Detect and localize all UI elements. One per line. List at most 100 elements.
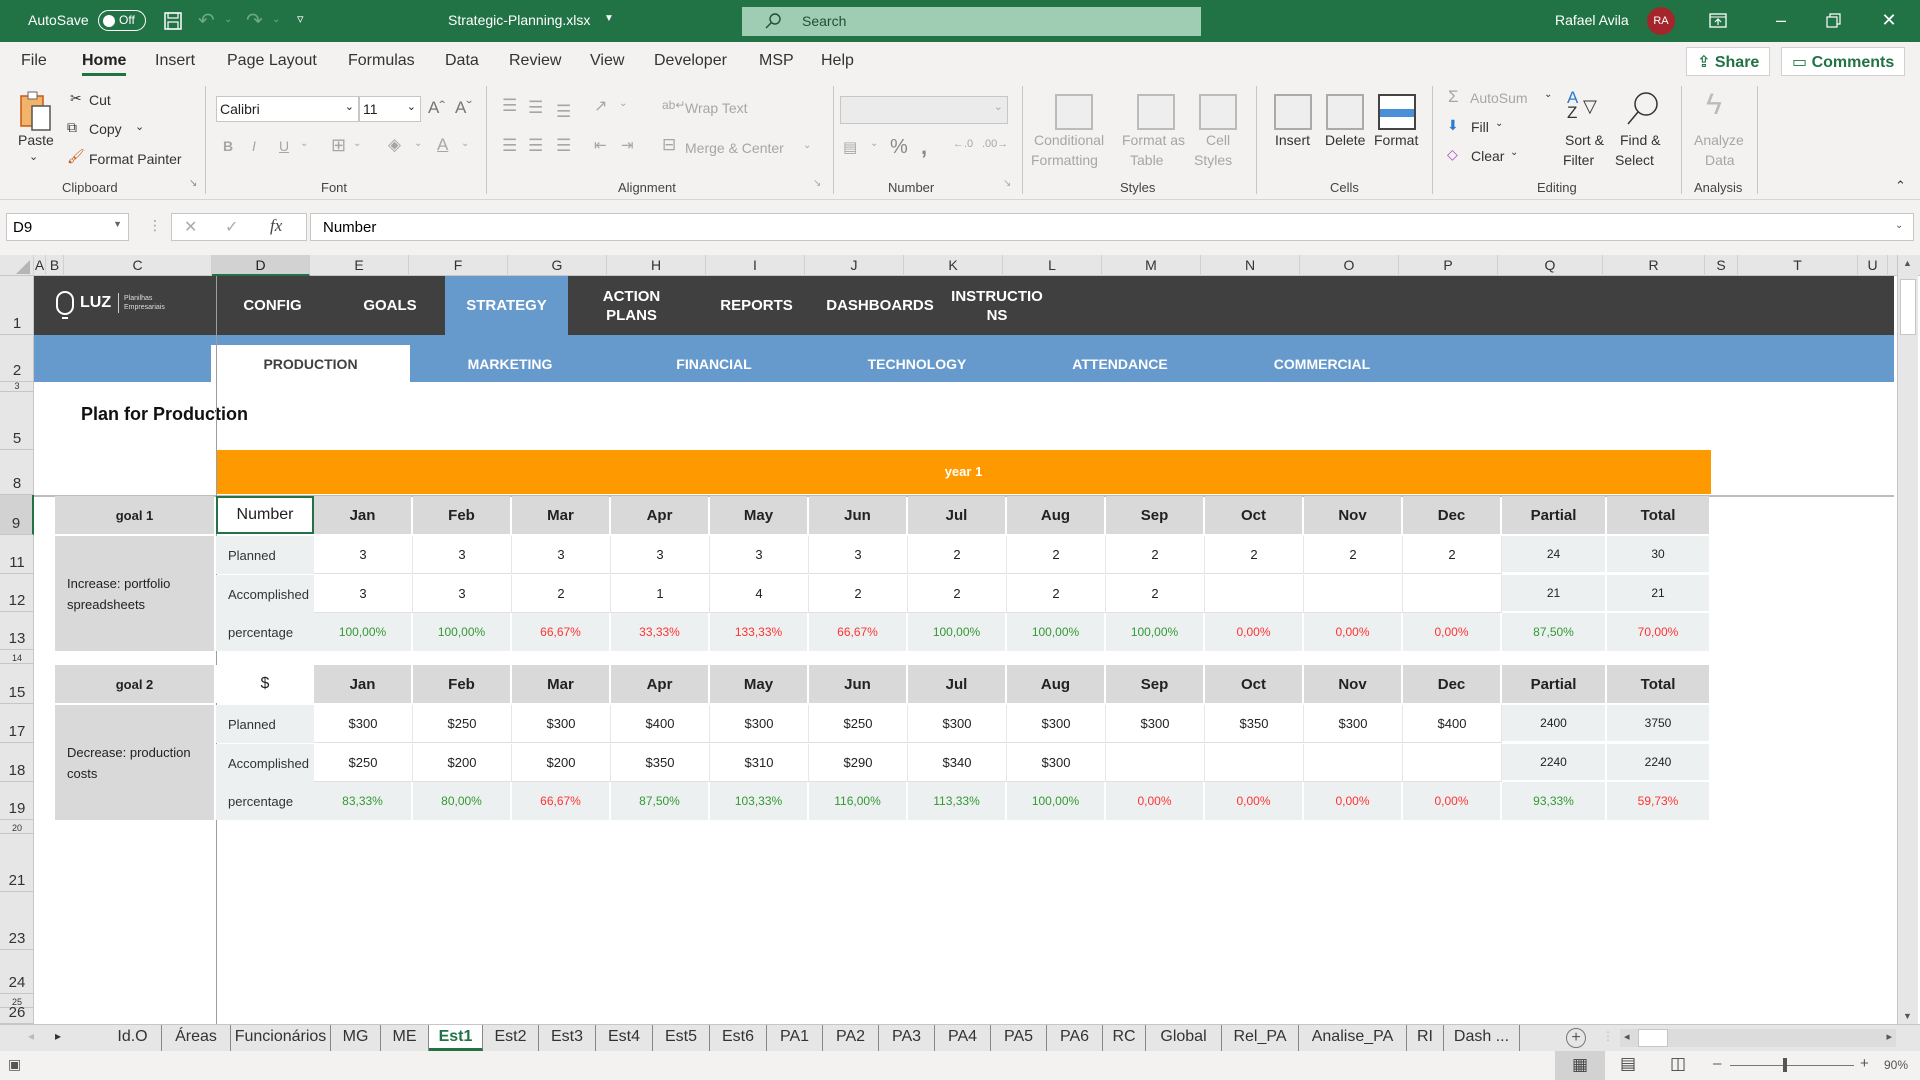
- planned-cell[interactable]: $300: [908, 705, 1007, 743]
- autosave-toggle[interactable]: Off: [98, 10, 146, 31]
- nav-instructions[interactable]: INSTRUCTIONS: [947, 276, 1047, 335]
- horizontal-scroll-thumb[interactable]: [1638, 1029, 1668, 1047]
- percentage-cell[interactable]: 66,67%: [512, 613, 609, 651]
- font-name-select[interactable]: Calibri ⌄: [216, 96, 359, 122]
- planned-cell[interactable]: 2: [1106, 536, 1205, 574]
- planned-cell[interactable]: 3: [314, 536, 413, 574]
- percentage-cell[interactable]: 133,33%: [710, 613, 807, 651]
- sheet-tab[interactable]: PA2: [823, 1025, 879, 1051]
- sheet-tab[interactable]: MG: [331, 1025, 381, 1051]
- planned-cell[interactable]: 2: [1304, 536, 1403, 574]
- accomplished-cell[interactable]: [1304, 575, 1403, 613]
- more-options-icon[interactable]: ⋮: [148, 217, 162, 234]
- borders-dropdown-icon[interactable]: ⌄: [353, 138, 361, 149]
- column-header-i[interactable]: I: [706, 255, 805, 276]
- percentage-total-cell[interactable]: 70,00%: [1607, 613, 1709, 651]
- insert-cells-label[interactable]: Insert: [1275, 132, 1310, 148]
- nav-config[interactable]: CONFIG: [216, 276, 329, 335]
- paste-icon[interactable]: [18, 90, 56, 134]
- cell-styles-label-1[interactable]: Cell: [1206, 132, 1230, 148]
- conditional-formatting-icon[interactable]: [1055, 94, 1093, 130]
- accomplished-cell[interactable]: [1403, 575, 1502, 613]
- planned-cell[interactable]: $300: [512, 705, 611, 743]
- planned-cell[interactable]: 2: [1205, 536, 1304, 574]
- accomplished-cell[interactable]: [1205, 575, 1304, 613]
- format-painter-icon[interactable]: 🖌: [67, 148, 85, 165]
- sheet-tab[interactable]: Id.O: [104, 1025, 162, 1051]
- row-header-9[interactable]: 9: [0, 495, 34, 535]
- sheet-tab[interactable]: Dash ...: [1444, 1025, 1520, 1051]
- tab-view[interactable]: View: [590, 52, 624, 70]
- subnav-commercial[interactable]: COMMERCIAL: [1222, 335, 1422, 382]
- cut-icon[interactable]: ✂: [70, 90, 82, 107]
- increase-indent-icon[interactable]: ⇥: [621, 136, 634, 154]
- add-sheet-icon[interactable]: +: [1566, 1028, 1586, 1048]
- sheet-tab[interactable]: Est1: [429, 1025, 483, 1051]
- page-layout-view-icon[interactable]: ▤: [1620, 1054, 1636, 1074]
- fill-label[interactable]: Fill: [1471, 119, 1489, 135]
- percentage-cell[interactable]: 83,33%: [314, 782, 411, 820]
- number-launcher-icon[interactable]: ↘: [1003, 178, 1011, 189]
- sheet-tab[interactable]: Funcionários: [231, 1025, 331, 1051]
- scroll-thumb[interactable]: [1900, 279, 1916, 335]
- planned-cell[interactable]: $300: [314, 705, 413, 743]
- accomplished-cell[interactable]: [1304, 744, 1403, 782]
- enter-icon[interactable]: ✓: [225, 217, 238, 237]
- zoom-level[interactable]: 90%: [1884, 1058, 1908, 1072]
- accounting-format-icon[interactable]: ▤: [843, 138, 857, 156]
- planned-cell[interactable]: 3: [710, 536, 809, 574]
- delete-cells-icon[interactable]: [1326, 94, 1364, 130]
- wrap-text-icon[interactable]: ab↵: [662, 98, 685, 112]
- accomplished-cell[interactable]: $200: [413, 744, 512, 782]
- accomplished-partial-cell[interactable]: 2240: [1502, 744, 1605, 780]
- column-header-r[interactable]: R: [1603, 255, 1705, 276]
- row-header-8[interactable]: 8: [0, 450, 34, 495]
- sheet-tab[interactable]: PA5: [991, 1025, 1047, 1051]
- normal-view-icon[interactable]: ▦: [1555, 1051, 1605, 1080]
- column-header-m[interactable]: M: [1102, 255, 1201, 276]
- scroll-right-icon[interactable]: ▸: [1886, 1030, 1892, 1043]
- sheet-tab[interactable]: Rel_PA: [1222, 1025, 1299, 1051]
- fill-color-icon[interactable]: ◈: [388, 135, 401, 155]
- paste-dropdown-icon[interactable]: ⌄: [29, 150, 38, 163]
- planned-partial-cell[interactable]: 24: [1502, 536, 1605, 572]
- row-header-18[interactable]: 18: [0, 743, 34, 782]
- planned-cell[interactable]: $300: [1007, 705, 1106, 743]
- sheet-tab[interactable]: Est6: [710, 1025, 767, 1051]
- percentage-cell[interactable]: 0,00%: [1205, 613, 1302, 651]
- percentage-cell[interactable]: 103,33%: [710, 782, 807, 820]
- accomplished-cell[interactable]: $310: [710, 744, 809, 782]
- column-header-s[interactable]: S: [1705, 255, 1738, 276]
- sheet-tab[interactable]: PA3: [879, 1025, 935, 1051]
- align-bottom-icon[interactable]: ☰: [556, 102, 571, 122]
- percentage-total-cell[interactable]: 59,73%: [1607, 782, 1709, 820]
- percentage-cell[interactable]: 0,00%: [1403, 782, 1500, 820]
- copy-label[interactable]: Copy: [89, 121, 122, 137]
- find-icon[interactable]: [1624, 90, 1660, 128]
- planned-cell[interactable]: 2: [1403, 536, 1502, 574]
- tab-file[interactable]: File: [21, 52, 47, 70]
- percentage-cell[interactable]: 100,00%: [314, 613, 411, 651]
- cancel-icon[interactable]: ✕: [184, 217, 197, 237]
- sheet-tab[interactable]: Est4: [596, 1025, 653, 1051]
- tab-review[interactable]: Review: [509, 52, 561, 70]
- nav-reports[interactable]: REPORTS: [694, 276, 819, 335]
- nav-dashboards[interactable]: DASHBOARDS: [819, 276, 941, 335]
- row-header-5[interactable]: 5: [0, 392, 34, 450]
- row-header-14[interactable]: 14: [0, 650, 34, 664]
- column-header-e[interactable]: E: [310, 255, 409, 276]
- autosum-dropdown-icon[interactable]: ⌄: [1544, 89, 1552, 100]
- planned-cell[interactable]: $400: [1403, 705, 1502, 743]
- percentage-partial-cell[interactable]: 93,33%: [1502, 782, 1605, 820]
- row-header-21[interactable]: 21: [0, 834, 34, 892]
- planned-cell[interactable]: 2: [908, 536, 1007, 574]
- redo-dropdown-icon[interactable]: ⌄: [272, 14, 280, 25]
- row-header-23[interactable]: 23: [0, 892, 34, 950]
- font-color-icon[interactable]: A: [437, 135, 448, 155]
- paste-label[interactable]: Paste: [18, 132, 54, 148]
- accomplished-cell[interactable]: [1403, 744, 1502, 782]
- macro-recording-icon[interactable]: ▣: [8, 1056, 21, 1073]
- expand-formula-icon[interactable]: ⌄: [1895, 220, 1903, 231]
- decrease-decimal-icon[interactable]: .00→: [982, 138, 1008, 150]
- percentage-cell[interactable]: 66,67%: [809, 613, 906, 651]
